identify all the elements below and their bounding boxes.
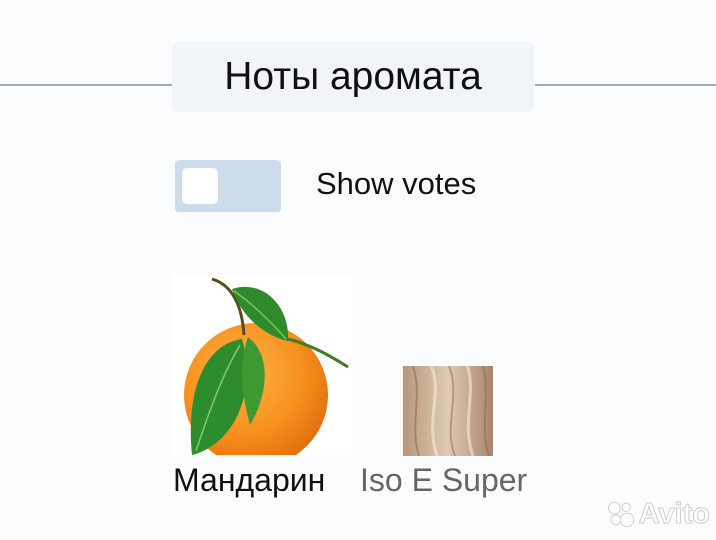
avito-watermark-text: Avito bbox=[638, 497, 710, 530]
note-name-iso-e-super[interactable]: Iso E Super bbox=[360, 462, 527, 499]
tangerine-image[interactable] bbox=[172, 275, 352, 455]
toggle-knob[interactable] bbox=[182, 168, 218, 204]
note-name-tangerine[interactable]: Мандарин bbox=[173, 462, 325, 499]
avito-watermark: Avito bbox=[606, 496, 711, 532]
section-title: Ноты аромата bbox=[224, 55, 482, 98]
show-votes-toggle[interactable] bbox=[175, 160, 281, 212]
iso-e-super-image[interactable] bbox=[403, 366, 493, 456]
section-title-box: Ноты аромата bbox=[172, 42, 534, 112]
show-votes-label: Show votes bbox=[316, 166, 477, 201]
avito-logo-icon bbox=[608, 501, 635, 528]
section-divider-right bbox=[535, 84, 716, 86]
section-divider-left bbox=[0, 84, 172, 86]
